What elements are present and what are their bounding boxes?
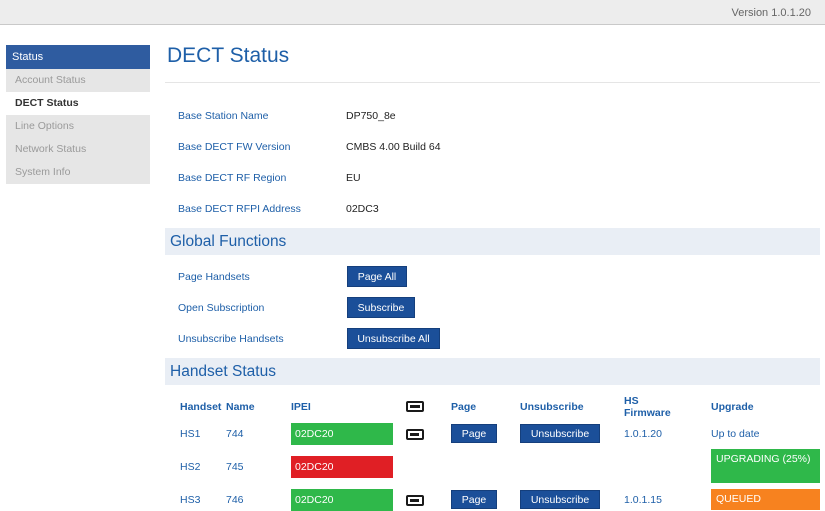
handset-status-title: Handset Status xyxy=(170,363,276,380)
sidebar-item-system-info[interactable]: System Info xyxy=(6,161,150,184)
row-hs2-name: 745 xyxy=(226,461,244,473)
sidebar-item-line-options[interactable]: Line Options xyxy=(6,115,150,138)
battery-icon xyxy=(406,401,424,412)
main-content: DECT Status Base Station Name DP750_8e B… xyxy=(165,0,820,511)
info-value-fw-version: CMBS 4.00 Build 64 xyxy=(346,141,441,153)
page-handsets-label: Page Handsets xyxy=(178,271,250,283)
info-label-rf-region: Base DECT RF Region xyxy=(178,172,287,184)
column-header-upgrade: Upgrade xyxy=(711,401,754,413)
page-title: DECT Status xyxy=(167,44,290,67)
open-subscription-label: Open Subscription xyxy=(178,302,265,314)
page-all-button[interactable]: Page All xyxy=(347,266,407,287)
sidebar-item-account-status[interactable]: Account Status xyxy=(6,69,150,92)
column-header-page: Page xyxy=(451,401,477,413)
row-hs3-firmware: 1.0.1.15 xyxy=(624,494,662,506)
row-hs1-handset: HS1 xyxy=(180,428,201,440)
info-value-base-station-name: DP750_8e xyxy=(346,110,396,122)
column-header-name: Name xyxy=(226,401,255,413)
unsubscribe-handsets-label: Unsubscribe Handsets xyxy=(178,333,284,345)
info-label-rfpi-address: Base DECT RFPI Address xyxy=(178,203,301,215)
row-hs3-page-button[interactable]: Page xyxy=(451,490,497,509)
unsubscribe-all-button[interactable]: Unsubscribe All xyxy=(347,328,440,349)
row-hs2-handset: HS2 xyxy=(180,461,201,473)
info-label-base-station-name: Base Station Name xyxy=(178,110,269,122)
global-functions-title: Global Functions xyxy=(170,233,287,250)
row-hs1-page-button[interactable]: Page xyxy=(451,424,497,443)
row-hs1-ipei: 02DC20 xyxy=(291,423,393,445)
row-hs3-ipei: 02DC20 xyxy=(291,489,393,511)
sidebar: Status Account Status DECT Status Line O… xyxy=(6,45,150,184)
row-hs1-name: 744 xyxy=(226,428,244,440)
row-hs3-battery-icon xyxy=(406,495,424,506)
info-value-rfpi-address: 02DC3 xyxy=(346,203,379,215)
row-hs3-handset: HS3 xyxy=(180,494,201,506)
row-hs1-firmware: 1.0.1.20 xyxy=(624,428,662,440)
sidebar-heading-status[interactable]: Status xyxy=(6,45,150,69)
column-header-unsubscribe: Unsubscribe xyxy=(520,401,584,413)
row-hs3-upgrade: QUEUED xyxy=(711,489,820,510)
row-hs2-upgrade: UPGRADING (25%) xyxy=(711,449,820,483)
row-hs3-unsubscribe-button[interactable]: Unsubscribe xyxy=(520,490,600,509)
row-hs2-ipei: 02DC20 xyxy=(291,456,393,478)
global-functions-header: Global Functions xyxy=(165,228,820,255)
row-hs1-battery-icon xyxy=(406,429,424,440)
row-hs1-upgrade: Up to date xyxy=(711,428,760,440)
sidebar-item-network-status[interactable]: Network Status xyxy=(6,138,150,161)
column-header-ipei: IPEI xyxy=(291,401,311,413)
handset-status-header: Handset Status xyxy=(165,358,820,385)
column-header-hs-firmware: HS Firmware xyxy=(624,395,671,419)
row-hs3-name: 746 xyxy=(226,494,244,506)
sidebar-item-dect-status[interactable]: DECT Status xyxy=(6,92,150,115)
info-label-fw-version: Base DECT FW Version xyxy=(178,141,291,153)
info-value-rf-region: EU xyxy=(346,172,361,184)
title-divider xyxy=(165,82,820,83)
row-hs1-unsubscribe-button[interactable]: Unsubscribe xyxy=(520,424,600,443)
subscribe-button[interactable]: Subscribe xyxy=(347,297,415,318)
column-header-handset: Handset xyxy=(180,401,222,413)
